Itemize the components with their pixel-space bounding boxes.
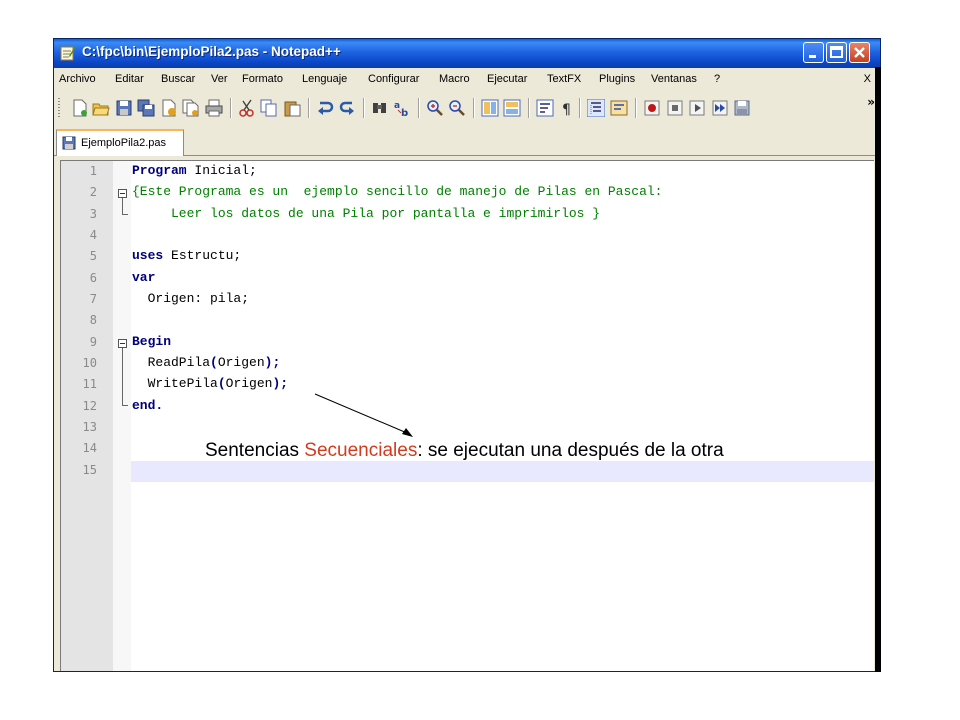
annotation-highlight: Secuenciales [304, 440, 418, 461]
annotation-part2: : se ejecutan una después de la otra [417, 440, 724, 461]
annotation-arrow [314, 393, 413, 437]
annotation-text: Sentencias Secuenciales: se ejecutan una… [205, 440, 724, 462]
annotation-part1: Sentencias [205, 440, 305, 461]
